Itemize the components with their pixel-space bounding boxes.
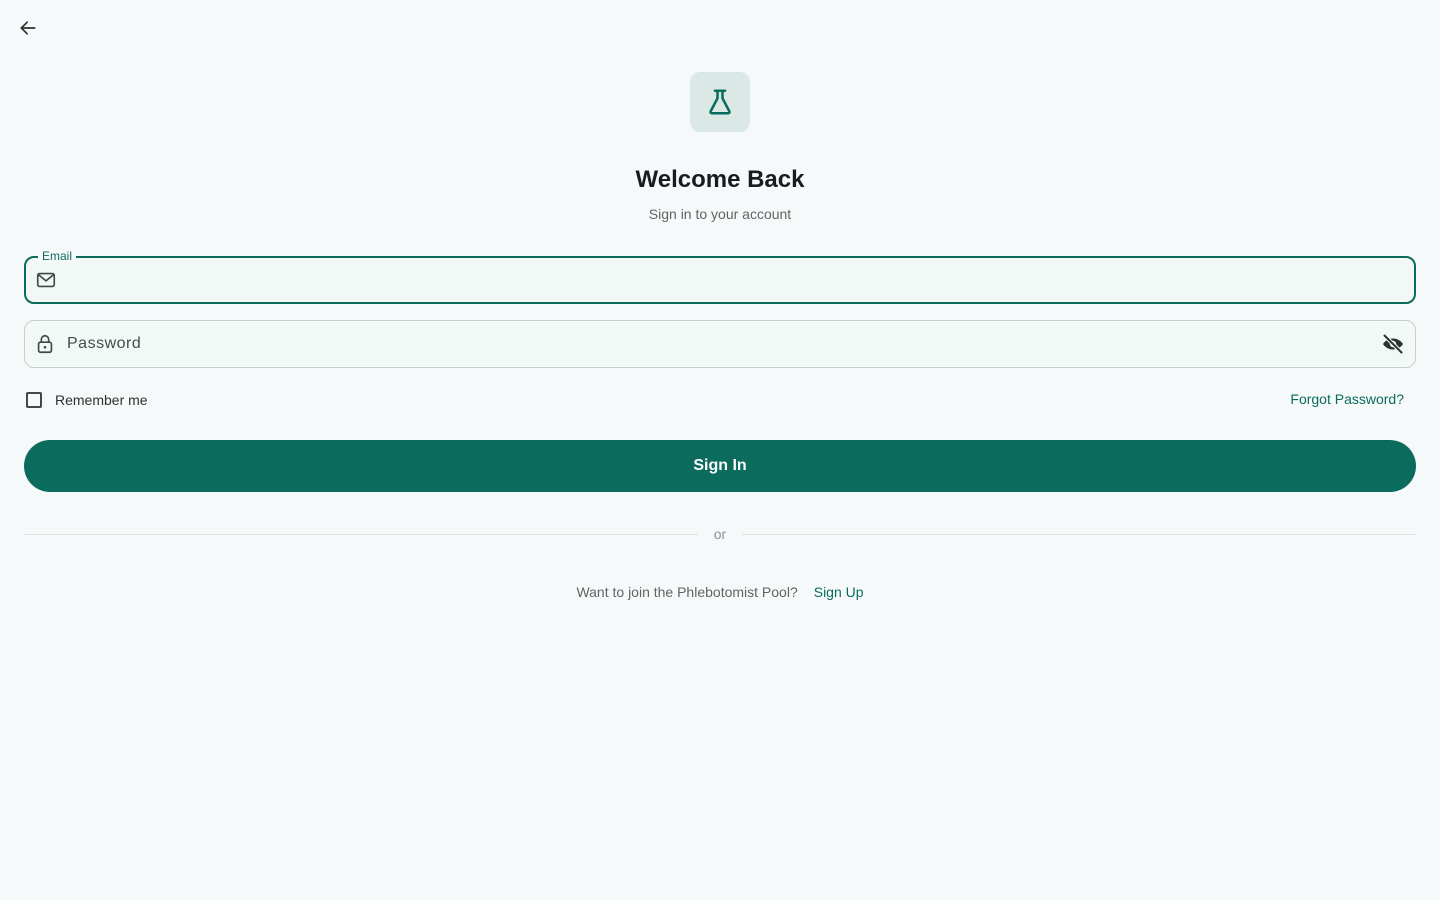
email-field-container: Email [24,249,1416,304]
page-subtitle: Sign in to your account [648,206,792,222]
toggle-password-visibility-button[interactable] [1379,330,1407,358]
mail-icon [34,268,58,292]
signup-prompt: Want to join the Phlebotomist Pool? [576,584,798,600]
divider-line-right [742,533,1416,535]
divider-line-left [24,533,698,535]
remember-me-label: Remember me [55,392,148,408]
remember-me-toggle[interactable]: Remember me [26,390,148,410]
email-input[interactable] [68,258,1370,302]
or-divider: or [24,524,1416,544]
arrow-left-icon [20,21,36,35]
flask-icon [709,89,731,115]
login-page: Welcome Back Sign in to your account Ema… [0,0,1440,900]
divider-text: or [713,526,727,542]
sign-in-button[interactable]: Sign In [24,440,1416,492]
sign-up-link[interactable]: Sign Up [814,584,864,600]
eye-off-icon [1383,334,1403,354]
lock-icon [33,332,57,356]
password-field-container [24,320,1416,368]
password-input[interactable] [67,321,1371,367]
signup-row: Want to join the Phlebotomist Pool? Sign… [0,582,1440,602]
page-title: Welcome Back [635,166,805,193]
forgot-password-link[interactable]: Forgot Password? [1290,391,1404,407]
app-logo [690,72,750,132]
back-button[interactable] [12,12,44,44]
remember-me-checkbox[interactable] [26,392,42,408]
